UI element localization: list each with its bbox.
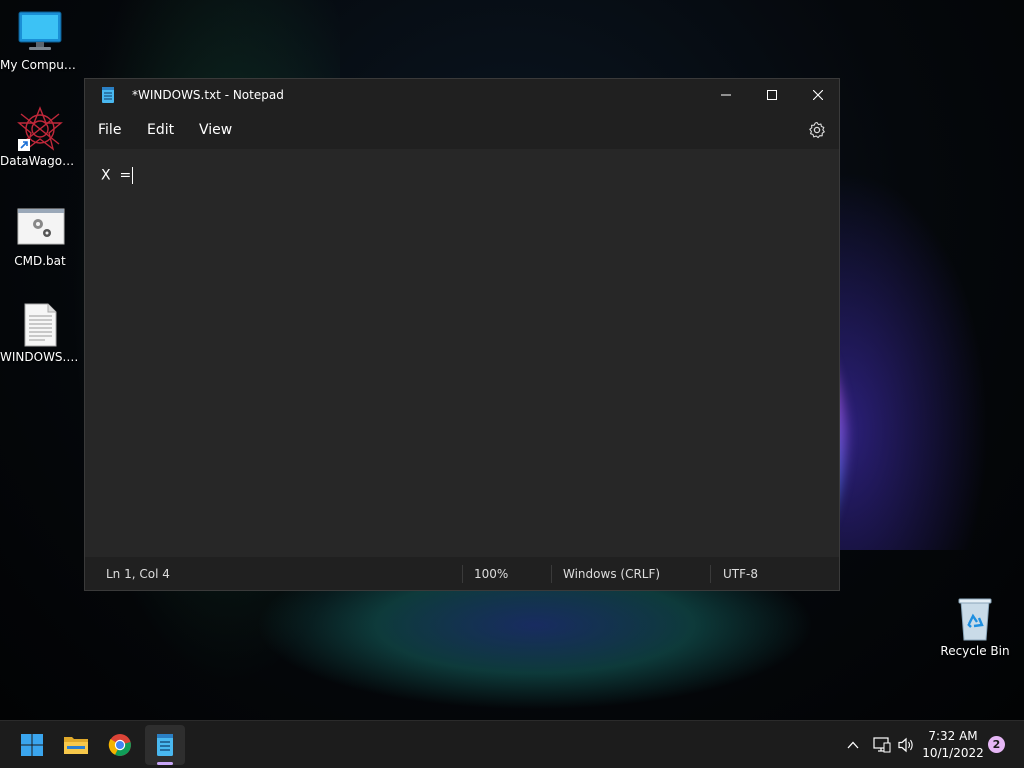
- status-bar: Ln 1, Col 4 100% Windows (CRLF) UTF-8: [85, 557, 839, 590]
- notepad-icon: [101, 87, 115, 107]
- desktop-icon-recycle-bin[interactable]: Recycle Bin: [935, 596, 1015, 658]
- desktop-icon-datawagon[interactable]: DataWagon...: [0, 106, 80, 168]
- datawagon-shortcut-icon: [17, 106, 63, 151]
- notepad-icon: [157, 734, 173, 756]
- title-bar[interactable]: *WINDOWS.txt - Notepad: [85, 79, 839, 111]
- desktop-icon-label: My Computer: [0, 58, 80, 72]
- text-editor[interactable]: X =: [85, 149, 839, 557]
- gear-icon: [809, 121, 825, 139]
- menu-edit[interactable]: Edit: [147, 122, 174, 138]
- desktop-icon-cmd-bat[interactable]: CMD.bat: [0, 206, 80, 268]
- status-cursor-position: Ln 1, Col 4: [106, 567, 170, 581]
- clock-time: 7:32 AM: [928, 729, 978, 743]
- notification-badge[interactable]: 2: [988, 736, 1005, 753]
- recycle-bin-icon: [952, 596, 998, 641]
- desktop-icon-label: DataWagon...: [0, 154, 80, 168]
- minimize-button[interactable]: [703, 79, 749, 111]
- menu-bar: File Edit View: [85, 111, 839, 149]
- desktop-icon-label: CMD.bat: [14, 254, 66, 268]
- chevron-up-icon: [847, 741, 859, 749]
- editor-content: X =: [101, 167, 132, 184]
- close-icon: [813, 90, 823, 100]
- status-line-ending: Windows (CRLF): [563, 567, 661, 581]
- maximize-icon: [767, 90, 777, 100]
- active-app-indicator: [157, 762, 173, 765]
- taskbar-notepad[interactable]: [145, 725, 185, 765]
- speaker-icon: [898, 737, 913, 753]
- desktop-icon-label: WINDOWS.txt: [0, 350, 80, 364]
- desktop-icon-label: Recycle Bin: [940, 644, 1010, 658]
- batch-file-icon: [17, 206, 65, 250]
- taskbar-chrome[interactable]: [100, 725, 140, 765]
- text-caret: [132, 167, 134, 184]
- menu-file[interactable]: File: [98, 122, 121, 138]
- windows-logo-icon: [21, 734, 43, 756]
- status-zoom: 100%: [474, 567, 509, 581]
- taskbar: 7:32 AM 10/1/2022: [0, 720, 1024, 768]
- folder-icon: [64, 737, 88, 754]
- clock-date: 10/1/2022: [922, 746, 984, 760]
- settings-button[interactable]: [807, 120, 827, 140]
- start-button[interactable]: [12, 725, 52, 765]
- taskbar-clock[interactable]: 7:32 AM 10/1/2022: [920, 728, 986, 762]
- menu-view[interactable]: View: [199, 122, 232, 138]
- desktop-icon-windows-txt[interactable]: WINDOWS.txt: [0, 302, 80, 364]
- chrome-icon: [108, 734, 131, 756]
- taskbar-file-explorer[interactable]: [56, 725, 96, 765]
- notepad-window: *WINDOWS.txt - Notepad File Edit View X …: [84, 78, 840, 591]
- close-button[interactable]: [795, 79, 841, 111]
- monitor-icon: [17, 10, 63, 54]
- maximize-button[interactable]: [749, 79, 795, 111]
- window-title: *WINDOWS.txt - Notepad: [132, 88, 284, 102]
- desktop-icon-my-computer[interactable]: My Computer: [0, 10, 80, 72]
- status-encoding: UTF-8: [723, 567, 758, 581]
- text-file-icon: [17, 302, 63, 347]
- minimize-icon: [721, 94, 731, 96]
